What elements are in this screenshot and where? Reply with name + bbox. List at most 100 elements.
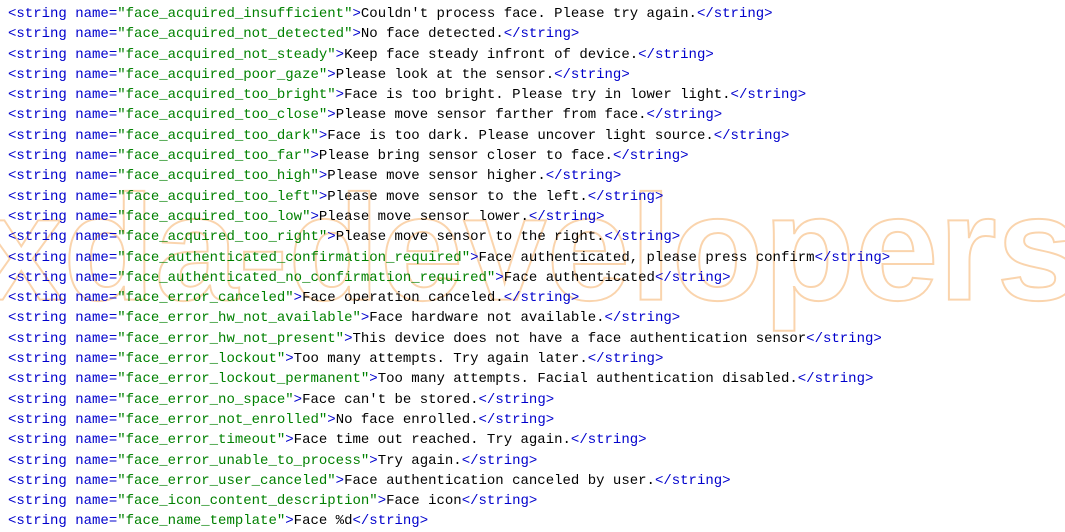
- tag-open-end: >: [336, 47, 344, 63]
- attr-value: "face_authenticated_no_confirmation_requ…: [117, 270, 495, 286]
- attr-value: "face_icon_content_description": [117, 493, 377, 509]
- tag-open: <string: [8, 6, 75, 22]
- xml-string-line: <string name="face_acquired_insufficient…: [8, 4, 1057, 24]
- tag-open-end: >: [285, 513, 293, 529]
- attr-value: "face_acquired_too_left": [117, 189, 319, 205]
- tag-open: <string: [8, 148, 75, 164]
- xml-string-line: <string name="face_authenticated_confirm…: [8, 248, 1057, 268]
- string-value: Please look at the sensor.: [336, 67, 554, 83]
- attr-name: name=: [75, 250, 117, 266]
- tag-open: <string: [8, 310, 75, 326]
- tag-open-end: >: [378, 493, 386, 509]
- attr-name: name=: [75, 47, 117, 63]
- attr-name: name=: [75, 351, 117, 367]
- tag-close: </string>: [605, 229, 681, 245]
- tag-open-end: >: [336, 473, 344, 489]
- xml-string-line: <string name="face_acquired_too_bright">…: [8, 85, 1057, 105]
- tag-close: </string>: [504, 290, 580, 306]
- attr-name: name=: [75, 6, 117, 22]
- attr-value: "face_acquired_too_low": [117, 209, 310, 225]
- tag-open: <string: [8, 128, 75, 144]
- attr-value: "face_error_timeout": [117, 432, 285, 448]
- string-value: Face authenticated, please press confirm: [479, 250, 815, 266]
- string-value: Face operation canceled.: [302, 290, 504, 306]
- tag-close: </string>: [504, 26, 580, 42]
- tag-open: <string: [8, 168, 75, 184]
- tag-close: </string>: [605, 310, 681, 326]
- xml-string-line: <string name="face_acquired_too_high">Pl…: [8, 166, 1057, 186]
- tag-close: </string>: [479, 392, 555, 408]
- xml-string-line: <string name="face_error_not_enrolled">N…: [8, 410, 1057, 430]
- tag-open-end: >: [285, 351, 293, 367]
- tag-open-end: >: [470, 250, 478, 266]
- attr-name: name=: [75, 189, 117, 205]
- tag-open: <string: [8, 250, 75, 266]
- tag-close: </string>: [638, 47, 714, 63]
- tag-open-end: >: [310, 148, 318, 164]
- string-value: Please bring sensor closer to face.: [319, 148, 613, 164]
- attr-name: name=: [75, 209, 117, 225]
- tag-close: </string>: [462, 493, 538, 509]
- tag-open: <string: [8, 432, 75, 448]
- tag-open: <string: [8, 189, 75, 205]
- xml-string-line: <string name="face_name_template">Face %…: [8, 511, 1057, 531]
- tag-open-end: >: [294, 290, 302, 306]
- tag-open: <string: [8, 209, 75, 225]
- attr-name: name=: [75, 87, 117, 103]
- attr-name: name=: [75, 473, 117, 489]
- string-value: Try again.: [378, 453, 462, 469]
- attr-value: "face_name_template": [117, 513, 285, 529]
- tag-open: <string: [8, 331, 75, 347]
- xml-string-line: <string name="face_error_timeout">Face t…: [8, 430, 1057, 450]
- string-value: Face authenticated: [504, 270, 655, 286]
- tag-close: </string>: [655, 270, 731, 286]
- tag-close: </string>: [588, 189, 664, 205]
- xml-string-line: <string name="face_error_no_space">Face …: [8, 390, 1057, 410]
- tag-close: </string>: [798, 371, 874, 387]
- tag-close: </string>: [647, 107, 723, 123]
- xml-string-line: <string name="face_error_lockout_permane…: [8, 369, 1057, 389]
- attr-name: name=: [75, 392, 117, 408]
- string-value: Face authentication canceled by user.: [344, 473, 655, 489]
- tag-open: <string: [8, 270, 75, 286]
- xml-string-line: <string name="face_error_canceled">Face …: [8, 288, 1057, 308]
- tag-close: </string>: [554, 67, 630, 83]
- xml-string-line: <string name="face_authenticated_no_conf…: [8, 268, 1057, 288]
- attr-value: "face_acquired_not_detected": [117, 26, 352, 42]
- string-value: Keep face steady infront of device.: [344, 47, 638, 63]
- attr-name: name=: [75, 270, 117, 286]
- tag-close: </string>: [815, 250, 891, 266]
- tag-open-end: >: [495, 270, 503, 286]
- string-value: Face time out reached. Try again.: [294, 432, 571, 448]
- attr-value: "face_authenticated_confirmation_require…: [117, 250, 470, 266]
- tag-close: </string>: [462, 453, 538, 469]
- tag-open: <string: [8, 453, 75, 469]
- xml-string-line: <string name="face_acquired_too_right">P…: [8, 227, 1057, 247]
- xml-string-line: <string name="face_error_hw_not_availabl…: [8, 308, 1057, 328]
- string-value: Face hardware not available.: [369, 310, 604, 326]
- string-value: Face is too bright. Please try in lower …: [344, 87, 730, 103]
- tag-open: <string: [8, 290, 75, 306]
- xml-string-line: <string name="face_acquired_too_dark">Fa…: [8, 126, 1057, 146]
- tag-open-end: >: [336, 87, 344, 103]
- tag-open: <string: [8, 473, 75, 489]
- attr-name: name=: [75, 67, 117, 83]
- string-value: Face can't be stored.: [302, 392, 478, 408]
- tag-open-end: >: [352, 26, 360, 42]
- tag-close: </string>: [588, 351, 664, 367]
- tag-open: <string: [8, 351, 75, 367]
- attr-value: "face_error_lockout_permanent": [117, 371, 369, 387]
- attr-value: "face_error_hw_not_present": [117, 331, 344, 347]
- tag-open-end: >: [327, 67, 335, 83]
- attr-name: name=: [75, 310, 117, 326]
- attr-value: "face_error_no_space": [117, 392, 293, 408]
- tag-open: <string: [8, 87, 75, 103]
- xml-string-line: <string name="face_error_unable_to_proce…: [8, 451, 1057, 471]
- string-value: Too many attempts. Try again later.: [294, 351, 588, 367]
- xml-string-line: <string name="face_acquired_not_steady">…: [8, 45, 1057, 65]
- string-value: Please move sensor farther from face.: [336, 107, 647, 123]
- attr-value: "face_acquired_too_far": [117, 148, 310, 164]
- tag-open-end: >: [369, 453, 377, 469]
- string-value: Too many attempts. Facial authentication…: [378, 371, 798, 387]
- xml-code-block: <string name="face_acquired_insufficient…: [8, 4, 1057, 532]
